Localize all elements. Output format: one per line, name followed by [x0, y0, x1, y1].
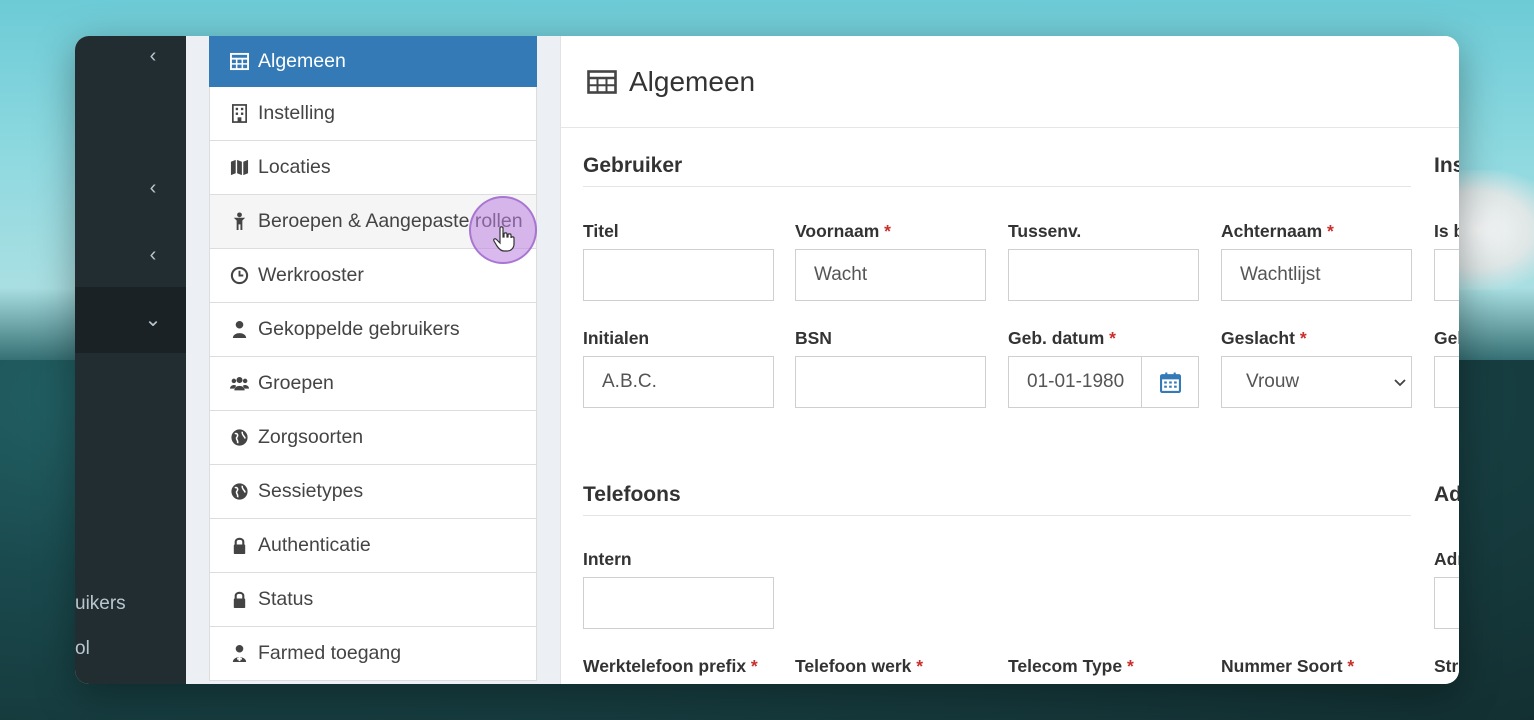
label-intern: Intern: [583, 549, 632, 569]
menu-item-label: Farmed toegang: [258, 642, 402, 664]
menu-item-label: Status: [258, 588, 314, 610]
menu-item-algemeen[interactable]: Algemeen: [209, 36, 537, 87]
main-sidebar: ‹ ‹ ‹ ⌄ uikers ol: [75, 36, 186, 684]
menu-item-gekoppelde-gebruikers[interactable]: Gekoppelde gebruikers: [209, 303, 537, 357]
adr-partial-input[interactable]: [1434, 577, 1459, 629]
calendar-button[interactable]: [1142, 356, 1199, 408]
label-geb-datum: Geb. datum *: [1008, 328, 1116, 348]
voornaam-input[interactable]: Wacht: [795, 249, 986, 301]
app-window: ‹ ‹ ‹ ⌄ uikers ol Algemeen Instelling Lo…: [75, 36, 1459, 684]
building-icon: [228, 103, 250, 125]
clock-icon: [228, 265, 250, 287]
menu-item-label: Groepen: [258, 372, 334, 394]
label-is-partial: Is b: [1434, 221, 1459, 241]
globe-icon: [228, 481, 250, 503]
menu-item-label: Algemeen: [258, 49, 346, 72]
menu-item-status[interactable]: Status: [209, 573, 537, 627]
lock-icon: [228, 589, 250, 611]
section-instelling: Ins: [1434, 154, 1459, 177]
menu-item-label: Instelling: [258, 102, 335, 124]
menu-item-authenticatie[interactable]: Authenticatie: [209, 519, 537, 573]
titel-input[interactable]: [583, 249, 774, 301]
lock-icon: [228, 535, 250, 557]
label-geslacht: Geslacht *: [1221, 328, 1307, 348]
achternaam-input[interactable]: Wachtlijst: [1221, 249, 1412, 301]
label-gel-partial: Gel: [1434, 328, 1459, 348]
tussenv-input[interactable]: [1008, 249, 1199, 301]
sidebar-active-group[interactable]: [75, 287, 186, 353]
bsn-input[interactable]: [795, 356, 986, 408]
geslacht-selected-value: Vrouw: [1246, 371, 1300, 392]
menu-item-label: Gekoppelde gebruikers: [258, 318, 460, 340]
collapse-sidebar-icon[interactable]: ‹: [141, 44, 165, 68]
user-md-icon: [228, 643, 250, 665]
map-icon: [228, 157, 250, 179]
label-initialen: Initialen: [583, 328, 650, 348]
label-str-partial: Str: [1434, 656, 1459, 676]
gel-partial-input[interactable]: [1434, 356, 1459, 408]
menu-item-zorgsoorten[interactable]: Zorgsoorten: [209, 411, 537, 465]
label-bsn: BSN: [795, 328, 832, 348]
menu-item-label: Zorgsoorten: [258, 426, 364, 448]
chevron-left-icon[interactable]: ‹: [141, 243, 165, 267]
settings-menu: Algemeen Instelling Locaties Beroepen & …: [209, 36, 537, 684]
globe-icon: [228, 427, 250, 449]
menu-item-locaties[interactable]: Locaties: [209, 141, 537, 195]
intern-input[interactable]: [583, 577, 774, 629]
sidebar-item-tool[interactable]: ol: [75, 638, 90, 660]
user-icon: [228, 319, 250, 341]
menu-item-label: Sessietypes: [258, 480, 364, 502]
menu-item-label: Locaties: [258, 156, 331, 178]
chevron-down-icon: [1394, 379, 1406, 387]
label-telecom-type: Telecom Type *: [1008, 656, 1134, 676]
child-icon: [228, 211, 250, 233]
hand-cursor-icon: [493, 226, 515, 252]
chevron-left-icon[interactable]: ‹: [141, 176, 165, 200]
content-header: Algemeen: [561, 36, 1459, 128]
label-werktelefoon-prefix: Werktelefoon prefix *: [583, 656, 758, 676]
geb-datum-input[interactable]: 01-01-1980: [1008, 356, 1142, 408]
initialen-input[interactable]: A.B.C.: [583, 356, 774, 408]
menu-item-sessietypes[interactable]: Sessietypes: [209, 465, 537, 519]
calendar-icon: [1159, 372, 1181, 393]
chevron-down-icon[interactable]: ⌄: [141, 308, 165, 332]
section-telefoons: Telefoons: [583, 483, 1411, 516]
users-icon: [228, 373, 250, 395]
sidebar-item-gebruikers[interactable]: uikers: [75, 593, 126, 615]
label-tussenv: Tussenv.: [1008, 221, 1082, 241]
label-adr-partial: Adr: [1434, 549, 1459, 569]
page-title: Algemeen: [629, 65, 756, 97]
table-icon: [587, 69, 617, 94]
menu-item-label: Werkrooster: [258, 264, 364, 286]
menu-item-instelling[interactable]: Instelling: [209, 87, 537, 141]
section-adres: Ad: [1434, 483, 1459, 506]
geslacht-select[interactable]: Vrouw: [1221, 356, 1412, 408]
section-gebruiker: Gebruiker: [583, 154, 1411, 187]
content-panel: Algemeen Gebruiker Ins Titel Voornaam * …: [560, 36, 1459, 684]
label-voornaam: Voornaam *: [795, 221, 891, 241]
menu-item-label: Authenticatie: [258, 534, 371, 556]
label-telefoon-werk: Telefoon werk *: [795, 656, 924, 676]
label-titel: Titel: [583, 221, 619, 241]
menu-item-farmed-toegang[interactable]: Farmed toegang: [209, 627, 537, 681]
label-achternaam: Achternaam *: [1221, 221, 1334, 241]
menu-item-groepen[interactable]: Groepen: [209, 357, 537, 411]
label-nummer-soort: Nummer Soort *: [1221, 656, 1355, 676]
is-partial-input[interactable]: [1434, 249, 1459, 301]
table-icon: [228, 50, 250, 72]
